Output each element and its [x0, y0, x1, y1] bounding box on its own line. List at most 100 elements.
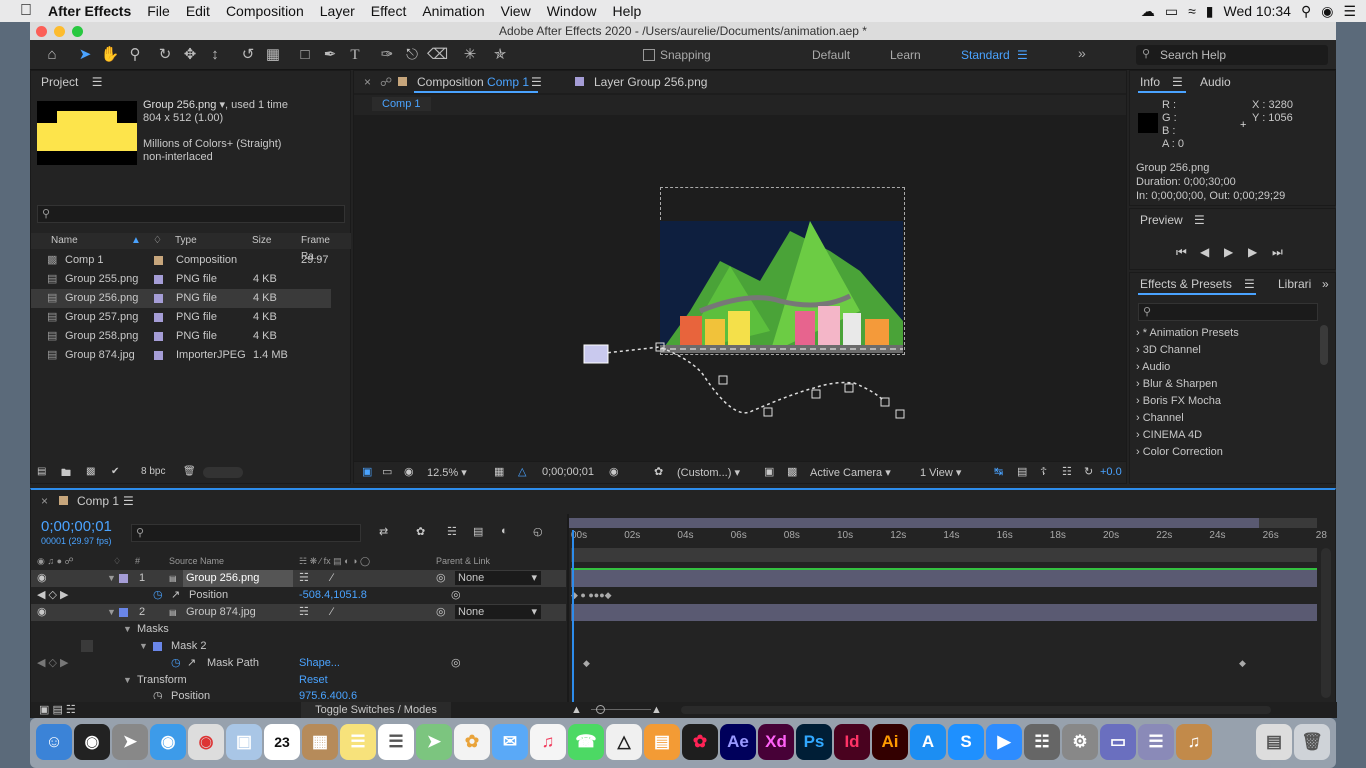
- unity-icon[interactable]: △: [606, 724, 642, 760]
- figma-icon[interactable]: ✿: [682, 724, 718, 760]
- label-swatch[interactable]: [154, 275, 163, 284]
- tab-comp1[interactable]: Comp 1: [77, 490, 119, 512]
- wifi-icon[interactable]: ≈: [1188, 3, 1196, 19]
- tab-effects-presets[interactable]: Effects & Presets: [1140, 273, 1232, 295]
- position-value[interactable]: -508.4,1051.8: [299, 587, 367, 604]
- zoom-tool-icon[interactable]: ⚲: [125, 45, 145, 65]
- more-panels-icon[interactable]: »: [1322, 273, 1329, 295]
- last-frame-icon[interactable]: ⏭: [1272, 245, 1283, 260]
- keyframe-nav-icon[interactable]: ◀ ◇ ▶: [37, 587, 69, 604]
- toggle-switches-modes[interactable]: Toggle Switches / Modes: [301, 702, 451, 718]
- search-help-input[interactable]: ⚲ Search Help: [1136, 45, 1328, 65]
- pickwhip-icon[interactable]: ◎: [436, 570, 446, 587]
- mask2-label[interactable]: Mask 2: [171, 638, 206, 655]
- region-icon[interactable]: △: [518, 465, 526, 478]
- expand-triangle-icon[interactable]: ▼: [107, 570, 116, 587]
- graph-editor-icon[interactable]: ◵: [533, 525, 543, 538]
- zoom-icon[interactable]: ▶: [986, 724, 1022, 760]
- flowchart-icon[interactable]: ☦: [1040, 465, 1047, 478]
- workspace-standard[interactable]: Standard: [961, 48, 1010, 62]
- horizontal-scrollbar[interactable]: [681, 706, 1271, 714]
- close-window-icon[interactable]: [36, 26, 47, 37]
- label-swatch[interactable]: [154, 294, 163, 303]
- brush-tool-icon[interactable]: ✑: [377, 45, 397, 65]
- effects-category[interactable]: › Color Correction: [1136, 444, 1223, 461]
- roi-icon[interactable]: ▣: [764, 465, 774, 478]
- position-keyframes[interactable]: ◆ ● ●●●◆: [571, 587, 1317, 604]
- orbit-tool-icon[interactable]: ↻: [155, 45, 175, 65]
- lock-icon[interactable]: ☍: [380, 71, 392, 93]
- rotation-tool-icon[interactable]: ↺: [238, 45, 258, 65]
- music-icon[interactable]: ♫: [530, 724, 566, 760]
- app-store-icon[interactable]: A: [910, 724, 946, 760]
- pickwhip-icon[interactable]: ◎: [436, 604, 446, 621]
- monitor-icon[interactable]: ▭: [382, 465, 392, 478]
- exposure-value[interactable]: +0.0: [1100, 466, 1122, 478]
- dolly-tool-icon[interactable]: ↕: [205, 45, 225, 65]
- menu-file[interactable]: File: [139, 0, 178, 22]
- effects-category[interactable]: › Audio: [1136, 359, 1170, 376]
- parent-dropdown[interactable]: None ▾: [455, 605, 541, 619]
- bpc-label[interactable]: 8 bpc: [141, 466, 165, 477]
- menu-effect[interactable]: Effect: [363, 0, 415, 22]
- layer-1-bar[interactable]: [571, 570, 1317, 587]
- effects-category[interactable]: › 3D Channel: [1136, 342, 1201, 359]
- messages-icon[interactable]: ✉: [492, 724, 528, 760]
- expand-triangle-icon[interactable]: ▼: [107, 604, 116, 621]
- workspace-default[interactable]: Default: [812, 48, 850, 62]
- motion-path[interactable]: [574, 331, 914, 441]
- draft-3d-icon[interactable]: ✿: [416, 525, 425, 538]
- expression-pickwhip-icon[interactable]: ◎: [451, 655, 461, 672]
- project-item[interactable]: ▩ Comp 1 Composition 29.97: [31, 251, 331, 270]
- play-icon[interactable]: ▶: [1224, 245, 1233, 259]
- grid-icon[interactable]: ▦: [494, 465, 504, 478]
- graph-icon[interactable]: ↗: [171, 587, 180, 604]
- effects-category[interactable]: › Boris FX Mocha: [1136, 393, 1221, 410]
- preview-app-icon[interactable]: ▣: [226, 724, 262, 760]
- label-swatch[interactable]: [154, 332, 163, 341]
- graph-icon[interactable]: ↗: [187, 655, 196, 672]
- parent-dropdown[interactable]: None ▾: [455, 571, 541, 585]
- delete-icon[interactable]: 🗑: [183, 466, 196, 477]
- notes-icon[interactable]: ☰: [340, 724, 376, 760]
- pan-tool-icon[interactable]: ✥: [180, 45, 200, 65]
- after-effects-dock-icon[interactable]: Ae: [720, 724, 756, 760]
- col-type[interactable]: Type: [175, 233, 197, 249]
- layer-name[interactable]: Group 256.png: [183, 570, 293, 587]
- system-preferences-icon[interactable]: ⚙: [1062, 724, 1098, 760]
- motion-blur-icon[interactable]: ◐: [501, 525, 508, 537]
- new-composition-icon[interactable]: ▩: [86, 466, 95, 477]
- tab-info[interactable]: Info: [1140, 71, 1160, 93]
- prev-frame-icon[interactable]: ◀: [1200, 245, 1209, 259]
- layer-2-bar[interactable]: [571, 604, 1317, 621]
- photoshop-dock-icon[interactable]: Ps: [796, 724, 832, 760]
- render-time-icon[interactable]: ▣ ▤ ☵: [39, 702, 76, 718]
- safari-icon[interactable]: ◉: [150, 724, 186, 760]
- battery-icon[interactable]: ▮: [1206, 3, 1214, 20]
- comp-tab-menu-icon[interactable]: ☰: [531, 71, 542, 93]
- collapse-switch-icon[interactable]: ☵: [299, 570, 309, 587]
- stopwatch-icon[interactable]: ◷: [171, 655, 181, 672]
- project-item[interactable]: ▤ Group 257.png PNG file 4 KB: [31, 308, 331, 327]
- project-item[interactable]: ▤ Group 255.png PNG file 4 KB: [31, 270, 331, 289]
- col-size[interactable]: Size: [252, 233, 271, 249]
- work-area-bar[interactable]: [569, 518, 1317, 528]
- xd-dock-icon[interactable]: Xd: [758, 724, 794, 760]
- keyframe-nav-icon[interactable]: ◀ ◇ ▶: [37, 655, 69, 672]
- frame-blending-icon[interactable]: ▤: [473, 525, 483, 538]
- illustrator-dock-icon[interactable]: Ai: [872, 724, 908, 760]
- siri-dock-icon[interactable]: ◉: [74, 724, 110, 760]
- more-workspaces-icon[interactable]: »: [1078, 45, 1086, 61]
- project-search-input[interactable]: ⚲: [37, 205, 345, 223]
- interpret-footage-icon[interactable]: ▤: [37, 466, 46, 477]
- new-folder-icon[interactable]: 🖿: [61, 466, 71, 483]
- channel-icon[interactable]: ✿: [654, 465, 663, 478]
- transform-reset[interactable]: Reset: [299, 672, 328, 689]
- playhead[interactable]: [572, 530, 574, 708]
- tab-layer[interactable]: Layer Group 256.png: [594, 71, 707, 93]
- project-tab[interactable]: Project ☰: [31, 71, 350, 93]
- mask-color-swatch[interactable]: [153, 642, 162, 651]
- snapshot-icon[interactable]: ◉: [609, 465, 619, 478]
- spotlight-icon[interactable]: ⚲: [1301, 3, 1311, 20]
- guitar-icon[interactable]: ♫: [1176, 724, 1212, 760]
